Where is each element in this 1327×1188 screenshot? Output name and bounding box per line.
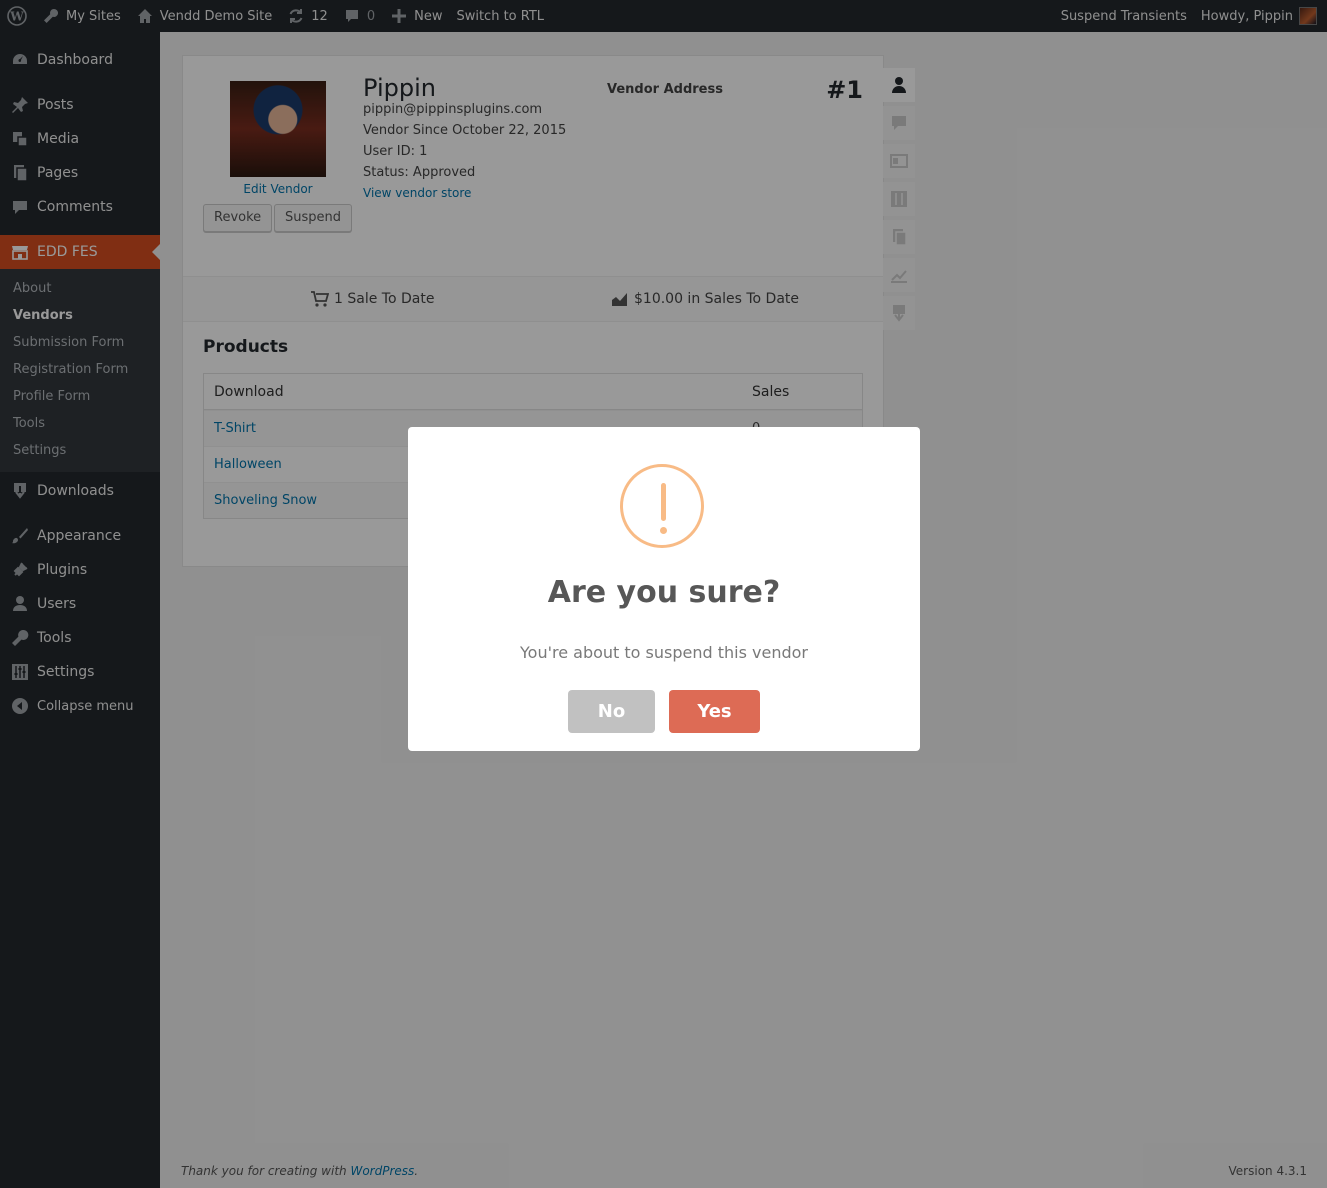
confirm-dialog: Are you sure? You're about to suspend th… (408, 427, 920, 751)
dialog-message: You're about to suspend this vendor (520, 643, 808, 662)
yes-button[interactable]: Yes (669, 690, 760, 733)
no-button[interactable]: No (568, 690, 655, 733)
dialog-title: Are you sure? (547, 575, 781, 610)
warning-exclamation-icon (620, 464, 704, 548)
